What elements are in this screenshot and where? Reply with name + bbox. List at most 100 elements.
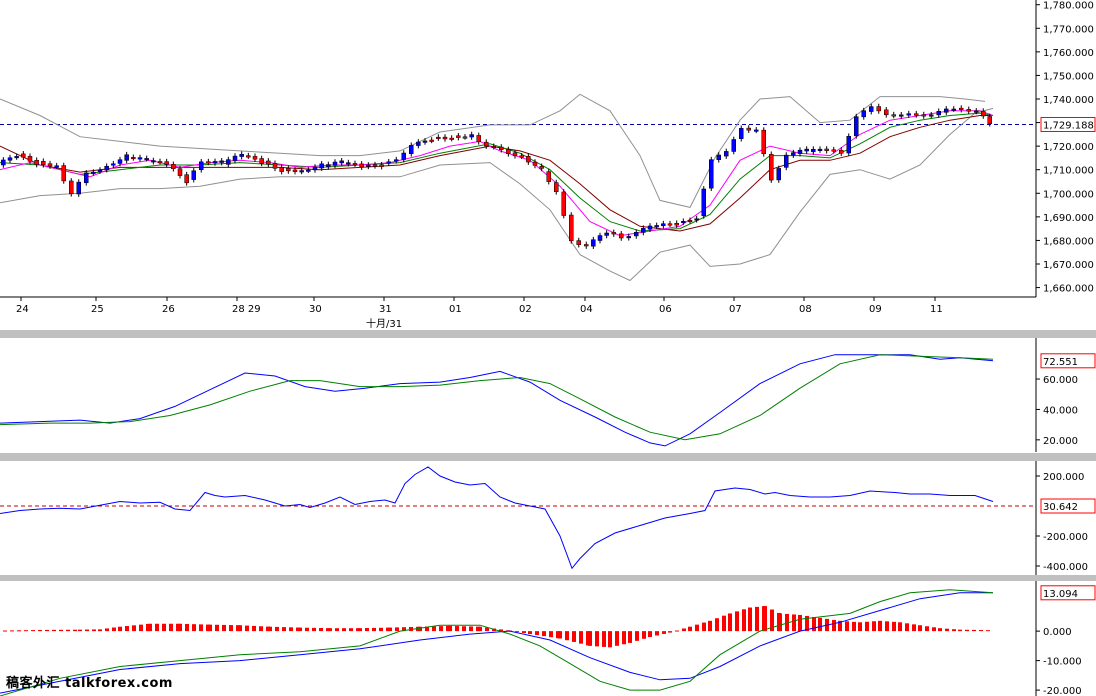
candle-body xyxy=(372,164,378,167)
candle-body xyxy=(326,164,331,168)
cci-series-line-1 xyxy=(0,466,994,570)
candle-body xyxy=(246,155,251,158)
y-tick-label: 1,680.000 xyxy=(1043,236,1094,247)
candle-body xyxy=(804,148,809,152)
candle-body xyxy=(266,160,271,165)
candle-body xyxy=(569,214,574,242)
candle-body xyxy=(212,161,218,164)
macd-histogram-bar xyxy=(602,631,606,647)
macd-histogram-bar xyxy=(579,631,583,644)
candle-body xyxy=(687,220,693,223)
macd-histogram-bar xyxy=(748,607,752,632)
macd-histogram-bar xyxy=(818,617,822,632)
x-tick-label: 01 xyxy=(449,304,462,315)
macd-histogram-bar xyxy=(24,630,28,632)
candle-body xyxy=(352,163,358,166)
macd-histogram-bar xyxy=(169,623,173,632)
candle-body xyxy=(681,221,686,224)
macd-histogram-bar xyxy=(112,627,116,632)
candle-body xyxy=(694,218,699,221)
candle-body xyxy=(436,136,441,139)
candle-body xyxy=(469,134,474,138)
macd-histogram-bar xyxy=(688,626,692,632)
macd-histogram-bar xyxy=(648,631,652,638)
candle-body xyxy=(981,110,986,117)
candle-body xyxy=(884,109,889,116)
candle-body xyxy=(422,140,428,143)
y-tick-label: 1,700.000 xyxy=(1043,189,1094,200)
macd-histogram-bar xyxy=(59,629,63,632)
candle-body xyxy=(784,154,789,168)
x-tick-label: 30 xyxy=(309,304,322,315)
candle-body xyxy=(312,166,318,171)
macd-histogram-bar xyxy=(958,629,962,632)
candle-body xyxy=(97,169,103,172)
candle-body xyxy=(846,135,851,154)
macd-histogram-bar xyxy=(528,631,532,635)
y-tick-label: 20.000 xyxy=(1043,436,1078,447)
y-tick-label: 40.000 xyxy=(1043,405,1078,416)
candle-body xyxy=(929,114,934,117)
macd-histogram-bar xyxy=(92,629,96,632)
macd-histogram-bar xyxy=(662,631,666,634)
candle-body xyxy=(252,156,258,160)
macd-histogram-bar xyxy=(418,626,422,632)
y-tick-label: 1,660.000 xyxy=(1043,284,1094,295)
candle-body xyxy=(576,240,581,245)
candle-body xyxy=(532,161,538,166)
macd-histogram-bar xyxy=(905,623,909,632)
macd-histogram-bar xyxy=(3,630,7,632)
candle-body xyxy=(914,113,919,116)
candle-body xyxy=(739,128,744,139)
candle-body xyxy=(869,106,874,112)
macd-histogram-bar xyxy=(615,631,619,646)
panel-separator xyxy=(0,575,1096,581)
candle-body xyxy=(292,169,298,172)
candle-body xyxy=(27,156,33,162)
candle-body xyxy=(332,161,338,166)
candle-body xyxy=(137,157,143,160)
macd-histogram-bar xyxy=(289,627,293,632)
macd-histogram-bar xyxy=(635,631,639,641)
candle-body xyxy=(761,129,766,155)
macd-histogram-bar xyxy=(229,625,233,632)
x-tick-label: 04 xyxy=(580,304,593,315)
macd-histogram-bar xyxy=(572,631,576,642)
candle-body xyxy=(286,168,291,172)
candle-body xyxy=(619,233,624,239)
macd-histogram-bar xyxy=(125,626,129,632)
candle-body xyxy=(76,181,81,195)
y-tick-label: 200.000 xyxy=(1043,472,1084,483)
candle-body xyxy=(84,172,89,184)
y-tick-label: 1,760.000 xyxy=(1043,48,1094,59)
candle-body xyxy=(966,109,971,112)
candle-body xyxy=(299,170,304,173)
macd-histogram-bar xyxy=(365,628,369,632)
macd-histogram-bar xyxy=(73,629,77,632)
macd-histogram-bar xyxy=(132,625,136,632)
macd-histogram-bar xyxy=(986,630,990,632)
macd-histogram-bar xyxy=(792,614,796,632)
macd-histogram-bar xyxy=(38,629,42,632)
candle-body xyxy=(824,148,829,151)
candle-body xyxy=(111,163,116,166)
macd-histogram-bar xyxy=(702,622,706,632)
macd-histogram-bar xyxy=(695,624,699,632)
candle-body xyxy=(709,159,714,189)
candle-body xyxy=(839,149,844,154)
candle-body xyxy=(319,163,324,169)
candle-body xyxy=(219,160,224,163)
macd-histogram-bar xyxy=(549,631,553,638)
macd-histogram-bar xyxy=(252,625,256,632)
macd-histogram-bar xyxy=(755,606,759,632)
macd-histogram-bar xyxy=(148,623,152,632)
macd-histogram-bar xyxy=(439,626,443,632)
candle-body xyxy=(604,232,609,236)
candle-body xyxy=(936,111,941,116)
macd-histogram-bar xyxy=(372,627,376,632)
macd-histogram-bar xyxy=(312,627,316,632)
candle-body xyxy=(379,164,384,167)
candle-body xyxy=(561,191,566,216)
macd-histogram-bar xyxy=(192,624,196,632)
candle-body xyxy=(401,152,406,160)
